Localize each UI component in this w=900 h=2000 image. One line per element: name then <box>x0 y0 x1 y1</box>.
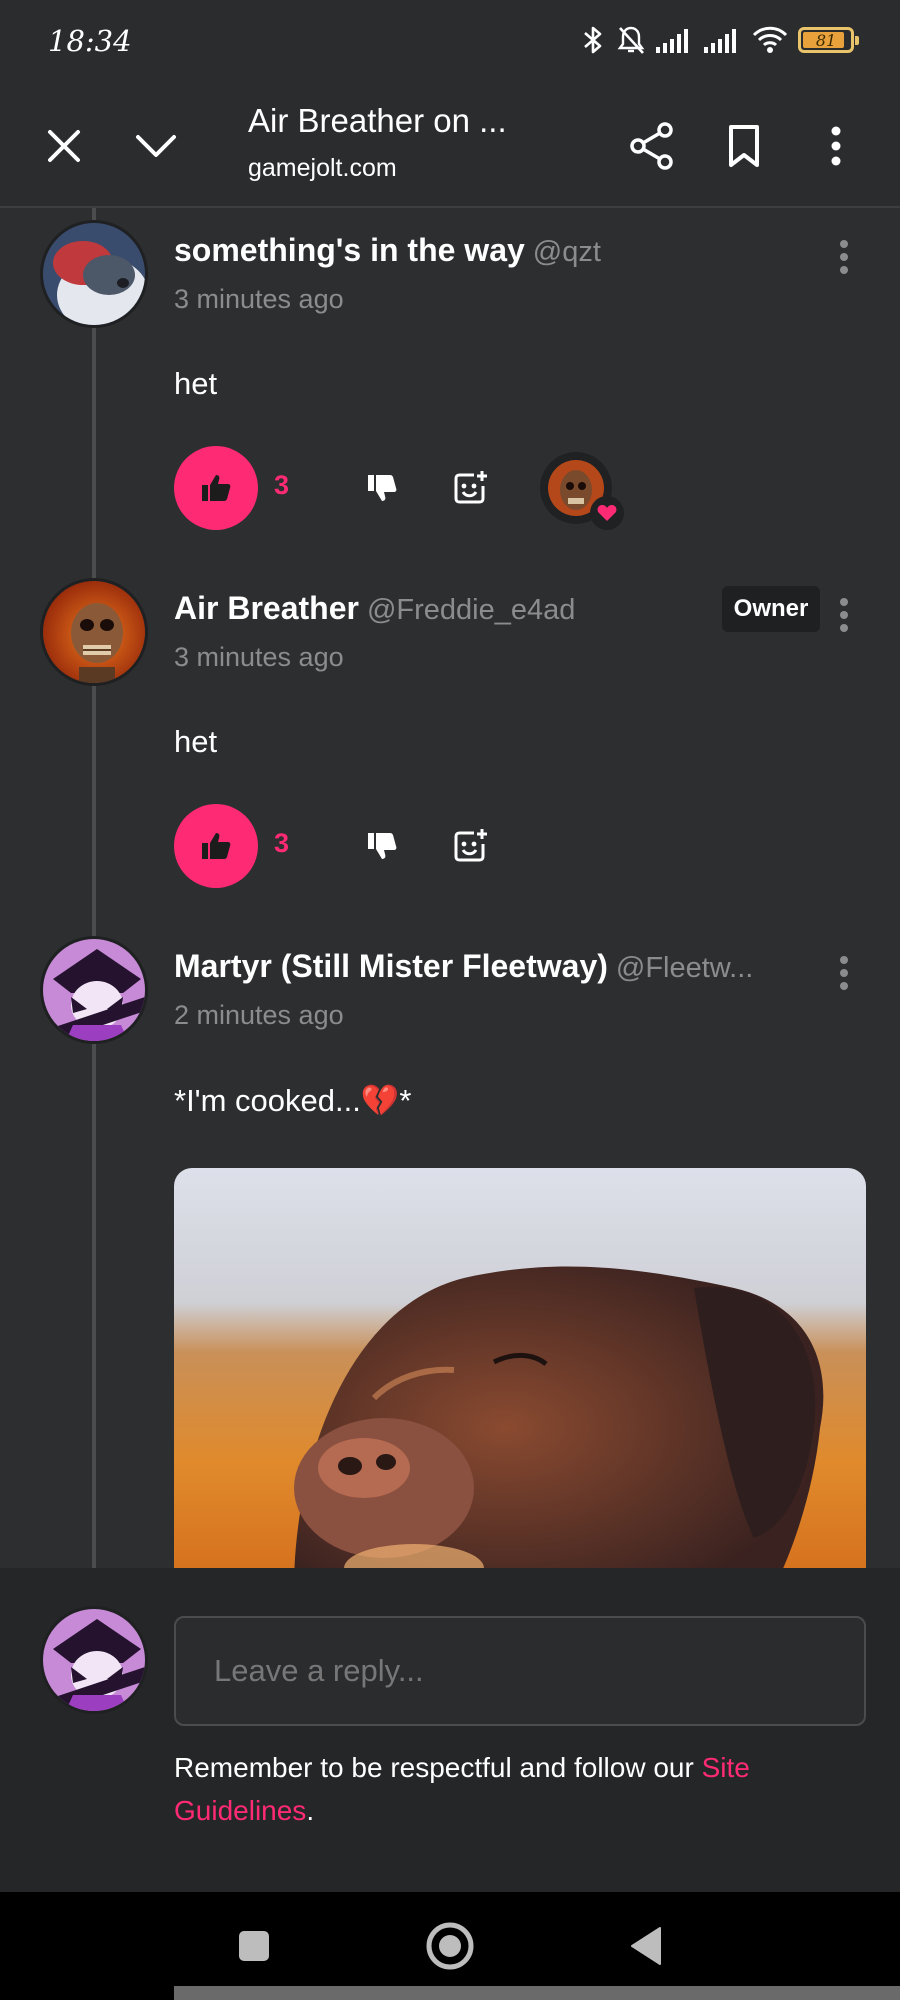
comment-timestamp: 3 minutes ago <box>174 642 344 672</box>
author-handle[interactable]: @Fleetw... <box>616 952 753 984</box>
thumbs-up-icon <box>202 475 231 501</box>
bookmark-button[interactable] <box>714 116 774 176</box>
more-vertical-icon <box>840 240 848 274</box>
thumbs-down-icon <box>368 475 397 501</box>
avatar[interactable] <box>40 578 148 686</box>
add-reaction-button[interactable] <box>448 466 492 510</box>
more-vertical-icon <box>840 956 848 990</box>
comment-text: het <box>174 724 218 759</box>
author-name[interactable]: Martyr (Still Mister Fleetway) <box>174 948 608 984</box>
author-handle[interactable]: @Freddie_e4ad <box>367 594 575 626</box>
more-vertical-icon <box>840 598 848 632</box>
like-count: 3 <box>274 828 290 858</box>
signal-icon <box>656 27 694 53</box>
note-text: Remember to be respectful and follow our <box>174 1752 702 1783</box>
bluetooth-icon <box>580 24 606 56</box>
comment-more-button[interactable] <box>826 590 862 640</box>
comment-author[interactable]: Martyr (Still Mister Fleetway) @Fleetw... <box>174 948 753 985</box>
status-bar: 18:34 81 <box>0 0 900 86</box>
collapse-button[interactable] <box>126 116 186 176</box>
page-title: Air Breather on ... <box>248 102 507 139</box>
reply-input[interactable]: Leave a reply... <box>174 1616 866 1726</box>
author-handle[interactable]: @qzt <box>533 236 601 268</box>
comment-timestamp: 2 minutes ago <box>174 1000 344 1030</box>
author-name[interactable]: something's in the way <box>174 232 525 268</box>
thumbs-down-icon <box>368 833 397 859</box>
comment-timestamp: 3 minutes ago <box>174 284 344 314</box>
wifi-icon <box>752 26 788 54</box>
add-reaction-icon <box>454 829 487 862</box>
thread-line <box>92 208 96 1568</box>
avatar[interactable] <box>40 220 148 328</box>
status-icons: 81 <box>580 24 859 56</box>
avatar[interactable] <box>40 936 148 1044</box>
dislike-button[interactable] <box>360 824 404 868</box>
reaction-chip[interactable] <box>532 452 624 530</box>
note-end: . <box>306 1795 315 1826</box>
gesture-indicator <box>174 1986 900 2000</box>
reply-area: Leave a reply... Remember to be respectf… <box>0 1568 900 1892</box>
bookmark-icon <box>729 125 759 167</box>
reply-guidelines-note: Remember to be respectful and follow our… <box>174 1746 854 1832</box>
more-vertical-icon <box>831 126 841 166</box>
bell-off-icon <box>616 24 646 56</box>
add-reaction-icon <box>454 471 487 504</box>
comment-feed[interactable]: something's in the way @qzt 3 minutes ago… <box>0 208 900 1568</box>
close-button[interactable] <box>34 116 94 176</box>
comment-text: het <box>174 366 218 401</box>
signal-icon <box>704 27 742 53</box>
back-button[interactable] <box>614 1914 678 1978</box>
back-icon <box>631 1927 661 1965</box>
dog-photo <box>174 1168 866 1568</box>
recents-icon <box>239 1931 269 1961</box>
dislike-button[interactable] <box>360 466 404 510</box>
comment-image[interactable] <box>174 1168 866 1568</box>
thumbs-up-icon <box>202 833 231 859</box>
comment-more-button[interactable] <box>826 232 862 282</box>
battery-percent: 81 <box>815 30 837 50</box>
like-button[interactable] <box>174 446 258 530</box>
status-time: 18:34 <box>48 24 132 58</box>
comment-author[interactable]: something's in the way @qzt <box>174 232 601 269</box>
close-icon <box>48 130 80 162</box>
add-reaction-button[interactable] <box>448 824 492 868</box>
menu-button[interactable] <box>806 116 866 176</box>
comment-author[interactable]: Air Breather @Freddie_e4ad <box>174 590 575 627</box>
battery-icon: 81 <box>798 27 859 53</box>
author-name[interactable]: Air Breather <box>174 590 359 626</box>
browser-toolbar: Air Breather on ... gamejolt.com <box>0 86 900 208</box>
like-count: 3 <box>274 470 290 500</box>
like-button[interactable] <box>174 804 258 888</box>
recents-button[interactable] <box>222 1914 286 1978</box>
comment-more-button[interactable] <box>826 948 862 998</box>
share-icon <box>630 122 673 170</box>
owner-badge: Owner <box>722 586 820 632</box>
chevron-down-icon <box>136 135 176 157</box>
page-url: gamejolt.com <box>248 154 397 182</box>
heart-icon <box>590 496 624 530</box>
avatar <box>40 1606 148 1714</box>
home-icon <box>426 1922 474 1970</box>
comment-text: *I'm cooked...💔* <box>174 1083 412 1118</box>
share-button[interactable] <box>622 116 682 176</box>
system-nav-bar <box>0 1892 900 2000</box>
home-button[interactable] <box>418 1914 482 1978</box>
